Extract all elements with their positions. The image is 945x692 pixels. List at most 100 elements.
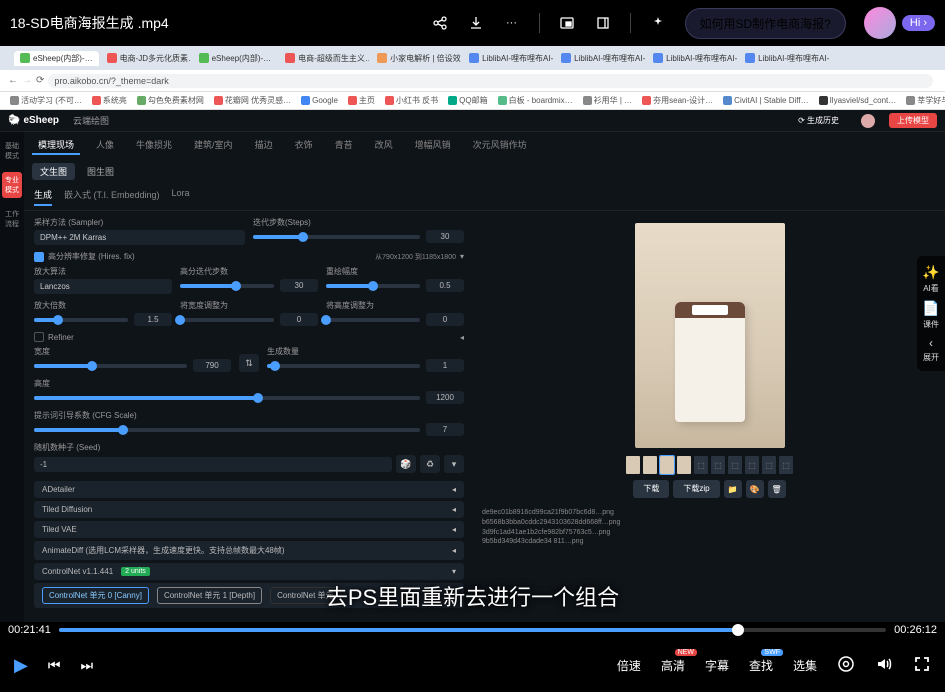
width-mult-slider[interactable] bbox=[180, 318, 274, 322]
bookmark[interactable]: 系统亮 bbox=[92, 95, 127, 106]
folder-icon[interactable]: 📁 bbox=[724, 480, 742, 498]
fullscreen-icon[interactable] bbox=[913, 655, 931, 676]
tab-img2img[interactable]: 图生图 bbox=[79, 163, 122, 180]
mode-tab[interactable]: 建筑/室内 bbox=[188, 136, 239, 155]
controlnet-unit-1[interactable]: ControlNet 单元 1 [Depth] bbox=[157, 587, 262, 604]
seed-input[interactable]: -1 bbox=[34, 457, 392, 472]
swap-icon[interactable]: ⇅ bbox=[239, 354, 259, 372]
tab-txt2img[interactable]: 文生图 bbox=[32, 163, 75, 180]
thumb-placeholder[interactable]: ⬚ bbox=[745, 456, 759, 474]
browser-tab[interactable]: LiblibAI-哩布哩布AI-… bbox=[739, 51, 829, 66]
thumb-placeholder[interactable]: ⬚ bbox=[779, 456, 793, 474]
pip-icon[interactable] bbox=[558, 14, 576, 32]
controlnet-header[interactable]: ControlNet v1.1.441 2 units ▾ bbox=[34, 563, 464, 580]
bookmark[interactable]: QQ邮箱 bbox=[448, 95, 487, 106]
height-mult-slider[interactable] bbox=[326, 318, 420, 322]
tab-generate[interactable]: 生成 bbox=[34, 188, 52, 206]
download-zip-button[interactable]: 下载zip bbox=[673, 480, 719, 498]
tab-lora[interactable]: Lora bbox=[172, 188, 190, 206]
mode-tab[interactable]: 人像 bbox=[90, 136, 120, 155]
ai-question-button[interactable]: 如何用SD制作电商海报? bbox=[685, 8, 846, 39]
hires-steps-slider[interactable] bbox=[180, 284, 274, 288]
thumb-placeholder[interactable]: ⬚ bbox=[694, 456, 708, 474]
bookmark[interactable]: 活动学习 (不可… bbox=[10, 95, 82, 106]
user-avatar[interactable] bbox=[861, 114, 875, 128]
progress-track[interactable] bbox=[59, 628, 886, 632]
dice-icon[interactable]: 🎲 bbox=[396, 455, 416, 473]
browser-tab[interactable]: eSheep(内部)-… bbox=[193, 51, 278, 66]
browser-tab[interactable]: LiblibAI-哩布哩布AI-… bbox=[555, 51, 645, 66]
sampler-select[interactable]: DPM++ 2M Karras bbox=[34, 230, 245, 245]
batch-slider[interactable] bbox=[267, 364, 420, 368]
bookmark[interactable]: 莘学好与: 知乎… bbox=[906, 95, 945, 106]
thumb-selected[interactable] bbox=[660, 456, 674, 474]
thumb-placeholder[interactable]: ⬚ bbox=[762, 456, 776, 474]
collapse-icon[interactable]: ▾ bbox=[460, 252, 464, 261]
prev-button[interactable]: ⏮ bbox=[48, 657, 61, 674]
mode-tab[interactable]: 衣饰 bbox=[289, 136, 319, 155]
progress-thumb[interactable] bbox=[732, 624, 744, 636]
recycle-icon[interactable]: ♻ bbox=[420, 455, 440, 473]
avatar[interactable] bbox=[864, 7, 896, 39]
expand-button[interactable]: ‹展开 bbox=[921, 336, 941, 363]
mode-tab[interactable]: 牛像损兆 bbox=[130, 136, 178, 155]
steps-value[interactable]: 30 bbox=[426, 230, 464, 243]
more-icon[interactable]: ··· bbox=[503, 14, 521, 32]
bookmark[interactable]: 夯用sean-设计… bbox=[642, 95, 713, 106]
ai-sparkle-icon[interactable] bbox=[649, 14, 667, 32]
browser-tab[interactable]: LiblibAI-哩布哩布AI-… bbox=[463, 51, 553, 66]
browser-tab[interactable]: 电商-JD多元化质素… bbox=[101, 51, 191, 66]
browser-tab[interactable]: LiblibAI-哩布哩布AI-… bbox=[647, 51, 737, 66]
bookmark[interactable]: Google bbox=[301, 96, 338, 105]
mode-tab[interactable]: 次元风销作坊 bbox=[467, 136, 533, 155]
tab-embedding[interactable]: 嵌入式 (T.I. Embedding) bbox=[64, 188, 160, 206]
trash-icon[interactable]: 🗑 bbox=[768, 480, 786, 498]
collapse-icon[interactable] bbox=[594, 14, 612, 32]
hires-checkbox[interactable] bbox=[34, 252, 44, 262]
share-icon[interactable] bbox=[431, 14, 449, 32]
bookmark[interactable]: 主页 bbox=[348, 95, 375, 106]
steps-slider[interactable] bbox=[253, 235, 420, 239]
play-button[interactable]: ▶ bbox=[14, 655, 28, 676]
mode-tab[interactable]: 描边 bbox=[249, 136, 279, 155]
bookmark[interactable]: 白板 - boardmix… bbox=[498, 95, 573, 106]
bookmark[interactable]: 花瓣网 优秀灵感… bbox=[214, 95, 291, 106]
accordion-animatediff[interactable]: AnimateDiff (选用LCM采样器，生成速度更快。支持总帧数最大48帧)… bbox=[34, 541, 464, 560]
quality-button[interactable]: 高清NEW bbox=[661, 657, 685, 674]
url-input[interactable]: pro.aikobo.cn/?_theme=dark bbox=[48, 74, 933, 88]
rail-basic-mode[interactable]: 基础模式 bbox=[2, 138, 22, 164]
palette-icon[interactable]: 🎨 bbox=[746, 480, 764, 498]
collapse-icon[interactable]: ◂ bbox=[460, 333, 464, 342]
browser-tab[interactable]: 电商-超级而生主义… bbox=[279, 51, 369, 66]
browser-tab[interactable]: 小家电解析 | 倍设效果… bbox=[371, 51, 461, 66]
bookmark[interactable]: Ilyasviel/sd_cont… bbox=[819, 96, 897, 105]
bookmark[interactable]: 小红书 反书 bbox=[385, 95, 438, 106]
bookmark[interactable]: 衫用华 | … bbox=[583, 95, 633, 106]
thumb-placeholder[interactable]: ⬚ bbox=[711, 456, 725, 474]
thumb[interactable] bbox=[677, 456, 691, 474]
courseware-button[interactable]: 📄课件 bbox=[921, 300, 941, 330]
subtitle-button[interactable]: 字幕 bbox=[705, 657, 729, 674]
denoising-slider[interactable] bbox=[326, 284, 420, 288]
find-button[interactable]: 查找SWF bbox=[749, 657, 773, 674]
thumb-placeholder[interactable]: ⬚ bbox=[728, 456, 742, 474]
accordion-tiled-vae[interactable]: Tiled VAE◂ bbox=[34, 521, 464, 538]
mode-tab[interactable]: 增幅风销 bbox=[409, 136, 457, 155]
preview-image[interactable] bbox=[635, 223, 785, 448]
expand-icon[interactable]: ▾ bbox=[444, 455, 464, 473]
back-icon[interactable]: ← bbox=[8, 75, 18, 86]
rail-pro-mode[interactable]: 专业模式 bbox=[2, 172, 22, 198]
width-slider[interactable] bbox=[34, 364, 187, 368]
mode-tab[interactable]: 模理现场 bbox=[32, 136, 80, 155]
thumb[interactable] bbox=[643, 456, 657, 474]
reload-icon[interactable]: ⟳ bbox=[36, 75, 44, 86]
cloud-draw-link[interactable]: 云端绘图 bbox=[73, 114, 776, 127]
scale-slider[interactable] bbox=[34, 318, 128, 322]
upscaler-select[interactable]: Lanczos bbox=[34, 279, 172, 294]
bookmark[interactable]: 勾色免费素材网 bbox=[137, 95, 204, 106]
volume-icon[interactable] bbox=[875, 655, 893, 676]
controlnet-unit-0[interactable]: ControlNet 单元 0 [Canny] bbox=[42, 587, 149, 604]
accordion-adetailer[interactable]: ADetailer◂ bbox=[34, 481, 464, 498]
height-slider[interactable] bbox=[34, 396, 420, 400]
browser-tab[interactable]: eSheep(内部)-… bbox=[14, 51, 99, 66]
